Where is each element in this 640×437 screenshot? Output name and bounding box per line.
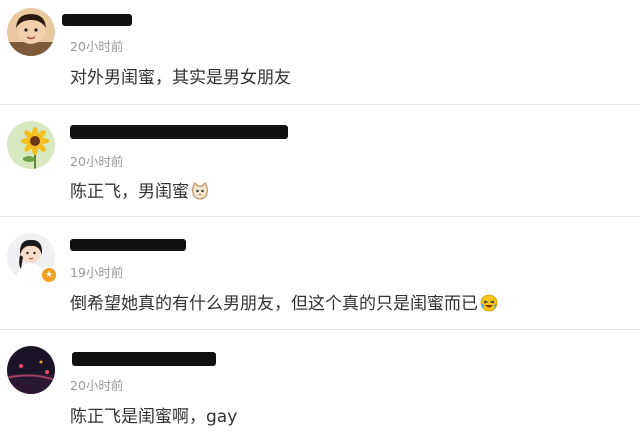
laughing-face-icon xyxy=(480,294,498,317)
comment-time: 20小时前 xyxy=(70,154,124,169)
redacted-username xyxy=(62,14,132,26)
comment-time: 19小时前 xyxy=(70,265,124,280)
cat-face-icon xyxy=(191,182,209,205)
user-avatar[interactable] xyxy=(7,346,55,394)
verified-badge-icon: ★ xyxy=(41,267,57,283)
comment-text: 陈正飞是闺蜜啊，gay xyxy=(70,407,238,427)
comment-text: 陈正飞，男闺蜜 xyxy=(70,177,209,205)
user-avatar[interactable] xyxy=(7,8,55,56)
comment-text-content: 倒希望她真的有什么男朋友，但这个真的只是闺蜜而已 xyxy=(70,294,478,314)
comment-time: 20小时前 xyxy=(70,378,124,393)
comment-item: 20小时前 陈正飞是闺蜜啊，gay xyxy=(0,330,640,437)
redacted-username xyxy=(70,125,288,139)
redacted-username xyxy=(70,239,186,251)
comment-item: ★ 19小时前 倒希望她真的有什么男朋友，但这个真的只是闺蜜而已 xyxy=(0,217,640,330)
comment-text-content: 陈正飞，男闺蜜 xyxy=(70,182,189,202)
comment-item: 20小时前 对外男闺蜜，其实是男女朋友 xyxy=(0,0,640,105)
comment-item: 20小时前 陈正飞，男闺蜜 xyxy=(0,105,640,217)
comment-text: 倒希望她真的有什么男朋友，但这个真的只是闺蜜而已 xyxy=(70,289,498,317)
comment-time: 20小时前 xyxy=(70,39,124,54)
comment-text: 对外男闺蜜，其实是男女朋友 xyxy=(70,68,291,88)
user-avatar[interactable] xyxy=(7,121,55,169)
redacted-username xyxy=(72,352,216,366)
